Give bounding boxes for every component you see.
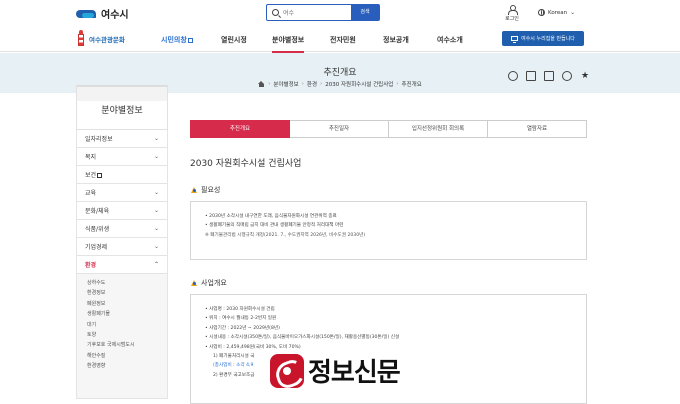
body-text: • 시설내용 : 소각시설(350톤/일), 음식물바이오가스화시설(150톤/… bbox=[205, 335, 400, 341]
body-text: • 사업명 : 2030 자원회수시설 건립 bbox=[205, 307, 275, 312]
submenu-item[interactable]: 환경정보 bbox=[77, 288, 167, 298]
content-tabs: 추진개요 추진일자 입지선정위원회 회의록 열람자료 bbox=[190, 120, 587, 138]
tab-committee-minutes[interactable]: 입지선정위원회 회의록 bbox=[389, 120, 488, 138]
main-nav: 여수관광문화 시민의창 열린시정 분야별정보 전자민원 정보공개 여수소개 여수… bbox=[0, 28, 680, 53]
home-icon[interactable] bbox=[258, 81, 265, 87]
search-box: 검색 bbox=[266, 4, 380, 21]
body-text: • 위치 : 여수시 월내동 2-2번지 일원 bbox=[205, 316, 277, 322]
submenu-item[interactable]: 기후보호 국제시범도시 bbox=[77, 340, 167, 350]
tab-documents[interactable]: 열람자료 bbox=[488, 120, 587, 138]
sidebar-submenu: 상하수도 환경정보 폐원정보 생활폐기물 대기 토양 기후보호 국제시범도시 해… bbox=[76, 274, 168, 399]
section-necessity-box: • 2030년 소각시설 내구연한 도래, 음식물자원화시설 연관위역 종료 •… bbox=[190, 201, 587, 260]
body-text: • 사업기간 : 2022년 ~ 2029년(8년) bbox=[205, 325, 280, 331]
section-necessity-heading: 필요성 bbox=[190, 185, 220, 195]
breadcrumb-item[interactable]: 환경 bbox=[307, 80, 317, 88]
content-title: 2030 자원회수시설 건립사업 bbox=[190, 159, 302, 169]
submenu-item[interactable]: 폐원정보 bbox=[77, 299, 167, 309]
login-label: 로그인 bbox=[505, 16, 519, 22]
nav-citizen[interactable]: 시민의창 bbox=[161, 35, 193, 45]
submenu-item[interactable]: 토양 bbox=[77, 330, 167, 340]
sidebar-item-welfare[interactable]: 복지 ⌄ bbox=[76, 148, 168, 166]
logo-text: 여수시 bbox=[101, 10, 129, 21]
language-label: Korean bbox=[548, 9, 568, 16]
sidebar-item-jobs[interactable]: 일자리정보 ⌄ bbox=[76, 130, 168, 148]
qr-icon[interactable] bbox=[508, 71, 518, 81]
submenu-item[interactable]: 대기 bbox=[77, 320, 167, 330]
print-icon[interactable] bbox=[544, 71, 554, 81]
pin-icon bbox=[190, 186, 198, 194]
nav-field-info[interactable]: 분야별정보 bbox=[272, 35, 305, 53]
breadcrumb-item[interactable]: 분야별정보 bbox=[273, 80, 298, 88]
submenu-item[interactable]: 생활폐기물 bbox=[77, 309, 167, 319]
nav-open-admin[interactable]: 열린시정 bbox=[221, 35, 247, 45]
search-button[interactable]: 검색 bbox=[351, 5, 379, 20]
mayor-button[interactable]: 여수시 누리집을 만듭니다 bbox=[502, 31, 584, 46]
body-text: • 2030년 소각시설 내구연한 도래, 음식물자원화시설 연관위역 종료 bbox=[205, 214, 337, 219]
tab-schedule[interactable]: 추진일자 bbox=[290, 120, 389, 138]
chevron-down-icon: ⌄ bbox=[153, 135, 159, 142]
tour-culture-link[interactable]: 여수관광문화 bbox=[76, 30, 125, 48]
chevron-down-icon: ⌄ bbox=[570, 9, 576, 16]
star-icon[interactable]: ★ bbox=[580, 71, 590, 81]
search-input[interactable] bbox=[283, 8, 349, 18]
sidebar-header: 분야별정보 bbox=[76, 85, 168, 130]
body-text: • 사업비 : 2,459,498원(국비 30%, 도비 70%) bbox=[205, 344, 301, 350]
nav-e-civil[interactable]: 전자민원 bbox=[330, 35, 356, 45]
yeosu-logo-icon bbox=[76, 7, 98, 21]
section-overview-heading: 사업개요 bbox=[190, 278, 227, 288]
page-tools: ★ bbox=[508, 71, 590, 81]
tour-label: 여수관광문화 bbox=[89, 36, 125, 44]
copy-link-icon[interactable] bbox=[562, 71, 572, 81]
chevron-down-icon: ⌄ bbox=[153, 207, 159, 214]
submenu-item[interactable]: 상하수도 bbox=[77, 278, 167, 288]
globe-icon bbox=[538, 9, 545, 16]
top-bar: 여수시 검색 로그인 Korean ⌄ bbox=[0, 0, 680, 28]
chevron-down-icon: ⌄ bbox=[153, 189, 159, 196]
chevron-up-icon: ⌃ bbox=[153, 261, 159, 268]
chevron-down-icon: ⌄ bbox=[153, 153, 159, 160]
sidebar: 분야별정보 일자리정보 ⌄ 복지 ⌄ 보건 교육 ⌄ 문화/체육 ⌄ 식품/위생 ⌄ 기업… bbox=[76, 85, 168, 404]
breadcrumb-item[interactable]: 추진개요 bbox=[402, 80, 422, 88]
sidebar-item-culture[interactable]: 문화/체육 ⌄ bbox=[76, 202, 168, 220]
note-text: ※ 폐기물관리법 시행규칙 개정(2021. 7., 수도권지역 2026년, … bbox=[205, 232, 366, 238]
breadcrumb-item[interactable]: 2030 자원회수시설 건립사업 bbox=[325, 80, 393, 88]
watermark-text: 정보신문 bbox=[308, 358, 401, 388]
sidebar-title: 분야별정보 bbox=[101, 106, 143, 116]
sidebar-item-food[interactable]: 식품/위생 ⌄ bbox=[76, 220, 168, 238]
sidebar-item-economy[interactable]: 기업경제 ⌄ bbox=[76, 238, 168, 256]
search-icon bbox=[272, 9, 279, 16]
nav-info-disclosure[interactable]: 정보공개 bbox=[383, 35, 409, 45]
body-text: • 생활폐기물의 직매립 금지 대비 관내 생활폐기물 안정적 처리대책 마련 bbox=[205, 223, 344, 229]
sidebar-item-education[interactable]: 교육 ⌄ bbox=[76, 184, 168, 202]
news-seal-icon bbox=[270, 353, 304, 388]
language-select[interactable]: Korean ⌄ bbox=[538, 9, 575, 16]
share-icon[interactable] bbox=[526, 71, 536, 81]
sidebar-item-health[interactable]: 보건 bbox=[76, 166, 168, 184]
pin-icon bbox=[190, 279, 198, 287]
lighthouse-icon bbox=[76, 30, 86, 48]
chevron-down-icon: ⌄ bbox=[153, 243, 159, 250]
submenu-item[interactable]: 해안수질 bbox=[77, 351, 167, 361]
user-icon bbox=[508, 5, 518, 15]
nav-about[interactable]: 여수소개 bbox=[437, 35, 463, 45]
monitor-icon bbox=[511, 36, 519, 43]
news-watermark: 정보신문 bbox=[270, 352, 401, 389]
external-link-icon bbox=[97, 173, 103, 178]
chevron-down-icon: ⌄ bbox=[153, 225, 159, 232]
site-logo[interactable]: 여수시 bbox=[76, 6, 129, 21]
submenu-item[interactable]: 환경영향 bbox=[77, 361, 167, 371]
external-link-icon bbox=[187, 37, 193, 43]
tab-overview[interactable]: 추진개요 bbox=[190, 120, 290, 138]
sidebar-item-environment[interactable]: 환경 ⌃ bbox=[76, 256, 168, 274]
login-button[interactable]: 로그인 bbox=[502, 5, 522, 22]
